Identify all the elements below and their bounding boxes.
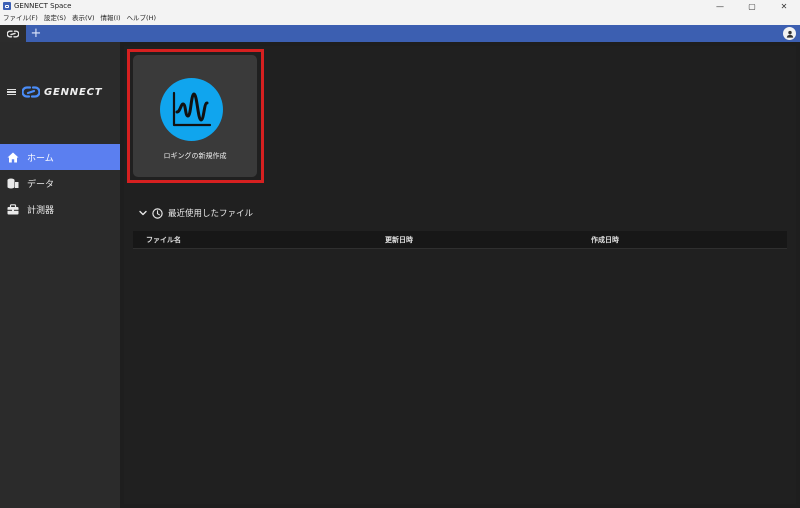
user-icon bbox=[786, 30, 793, 38]
menu-help[interactable]: ヘルプ(H) bbox=[127, 12, 156, 25]
chevron-down-icon[interactable] bbox=[138, 208, 148, 218]
menu-info[interactable]: 情報(I) bbox=[101, 12, 121, 25]
window-controls: — ▢ ✕ bbox=[704, 0, 800, 12]
minimize-button[interactable]: — bbox=[704, 0, 736, 12]
hamburger-menu-icon[interactable] bbox=[7, 88, 16, 96]
close-button[interactable]: ✕ bbox=[768, 0, 800, 12]
recent-files-title: 最近使用したファイル bbox=[168, 209, 254, 219]
menu-bar: ファイル(F) 設定(S) 表示(V) 情報(I) ヘルプ(H) bbox=[0, 12, 800, 25]
column-header-filename[interactable]: ファイル名 bbox=[146, 231, 181, 249]
main-content: ロギングの新規作成 最近使用したファイル ファイル名 更新日時 作成日時 bbox=[124, 46, 796, 504]
title-bar: GENNECT Space — ▢ ✕ bbox=[0, 0, 800, 12]
data-icon bbox=[7, 177, 19, 189]
gennect-link-icon bbox=[7, 30, 19, 37]
clock-icon bbox=[152, 207, 163, 219]
maximize-button[interactable]: ▢ bbox=[736, 0, 768, 12]
tab-bar: + bbox=[0, 25, 800, 42]
sidebar-item-label: データ bbox=[27, 179, 55, 190]
new-logging-label: ロギングの新規作成 bbox=[163, 152, 227, 160]
add-tab-button[interactable]: + bbox=[26, 25, 46, 42]
sidebar-item-instruments[interactable]: 計測器 bbox=[0, 196, 120, 222]
app-icon bbox=[3, 2, 11, 10]
sidebar-item-data[interactable]: データ bbox=[0, 170, 120, 196]
brand-name: GENNECT bbox=[44, 86, 103, 98]
window-title: GENNECT Space bbox=[14, 2, 72, 10]
sidebar-item-label: ホーム bbox=[27, 153, 54, 164]
column-header-modified[interactable]: 更新日時 bbox=[385, 231, 413, 249]
menu-file[interactable]: ファイル(F) bbox=[3, 12, 38, 25]
tab-home[interactable] bbox=[0, 25, 26, 42]
column-header-created[interactable]: 作成日時 bbox=[591, 231, 619, 249]
sidebar-nav: ホーム データ 計測器 bbox=[0, 144, 120, 222]
sidebar-item-label: 計測器 bbox=[27, 205, 55, 216]
sidebar-item-home[interactable]: ホーム bbox=[0, 144, 120, 170]
recent-files-table-header: ファイル名 更新日時 作成日時 bbox=[133, 231, 787, 249]
sidebar: GENNECT ホーム データ 計測器 bbox=[0, 42, 120, 508]
instrument-icon bbox=[7, 203, 19, 215]
new-logging-tile[interactable]: ロギングの新規作成 bbox=[133, 55, 257, 177]
waveform-chart-icon bbox=[172, 91, 212, 127]
user-account-button[interactable] bbox=[783, 27, 796, 40]
home-icon bbox=[7, 151, 19, 163]
recent-files-header[interactable]: 最近使用したファイル bbox=[138, 207, 253, 219]
new-logging-icon-circle bbox=[160, 78, 223, 141]
menu-settings[interactable]: 設定(S) bbox=[44, 12, 66, 25]
menu-view[interactable]: 表示(V) bbox=[72, 12, 95, 25]
gennect-logo-icon bbox=[22, 86, 40, 98]
brand-header: GENNECT bbox=[7, 86, 102, 98]
